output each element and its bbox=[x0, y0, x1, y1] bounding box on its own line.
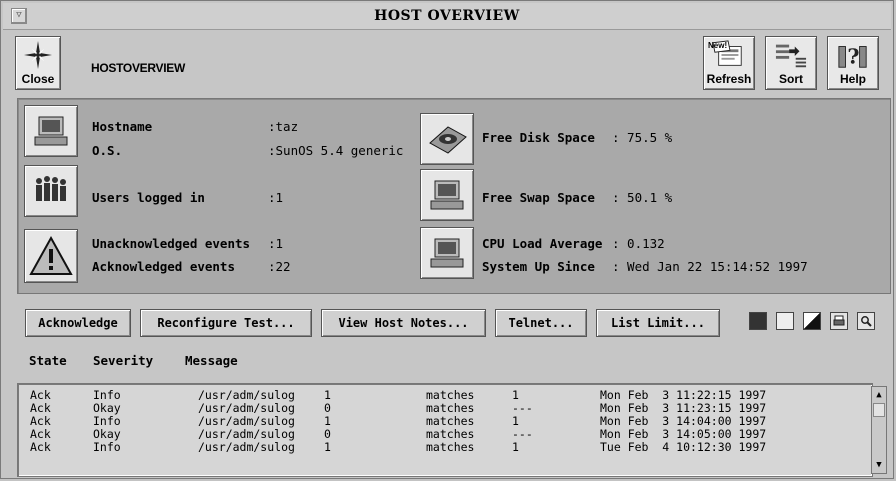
users-group-icon bbox=[24, 165, 78, 217]
ack-events-label: Acknowledged events bbox=[92, 259, 235, 274]
toolbar: Close HOSTOVERVIEW New! Refresh Sort ? H… bbox=[7, 33, 889, 95]
telnet-button[interactable]: Telnet... bbox=[495, 309, 587, 337]
event-severity-cell: Info bbox=[93, 440, 121, 454]
view-host-notes-button[interactable]: View Host Notes... bbox=[321, 309, 486, 337]
uptime-label: System Up Since bbox=[482, 259, 595, 274]
scroll-down-icon[interactable]: ▼ bbox=[873, 458, 885, 472]
computer-icon bbox=[24, 105, 78, 157]
refresh-label: Refresh bbox=[706, 72, 752, 86]
event-list-scrollbar[interactable]: ▲ ▼ bbox=[871, 386, 887, 474]
scroll-thumb[interactable] bbox=[873, 403, 885, 417]
event-value-cell: 1 bbox=[512, 440, 519, 454]
table-row[interactable]: Ack Info/usr/adm/sulog 1 matches 1 Tue Feb 4 … bbox=[18, 441, 858, 454]
help-button[interactable]: ? Help bbox=[827, 36, 879, 90]
sort-label: Sort bbox=[779, 72, 803, 86]
unack-events-label: Unacknowledged events bbox=[92, 236, 251, 251]
os-value: :SunOS 5.4 generic bbox=[268, 143, 404, 158]
warning-icon bbox=[24, 229, 78, 283]
close-label: Close bbox=[21, 72, 55, 86]
title-bar[interactable]: ▽ HOST OVERVIEW bbox=[3, 3, 891, 30]
hostname-label: Hostname bbox=[92, 119, 153, 134]
scroll-up-icon[interactable]: ▲ bbox=[873, 388, 885, 402]
host-overview-window: ▽ HOST OVERVIEW Close HOSTOVERVIEW New! … bbox=[0, 0, 894, 479]
sort-button[interactable]: Sort bbox=[765, 36, 817, 90]
magnifier-icon[interactable] bbox=[857, 312, 875, 330]
disk-space-label: Free Disk Space bbox=[482, 130, 595, 145]
swap-space-value: : 50.1 % bbox=[612, 190, 673, 205]
print-icon[interactable] bbox=[830, 312, 848, 330]
light-color-icon[interactable] bbox=[776, 312, 794, 330]
host-info-panel: Hostname :taz O.S. :SunOS 5.4 generic Us… bbox=[17, 98, 891, 294]
dark-color-icon[interactable] bbox=[749, 312, 767, 330]
event-file-cell: /usr/adm/sulog bbox=[198, 440, 295, 454]
swap-computer-icon bbox=[420, 169, 474, 221]
event-date-cell: Tue Feb 4 10:12:30 1997 bbox=[600, 440, 767, 454]
close-button[interactable]: Close bbox=[15, 36, 61, 90]
acknowledge-button[interactable]: Acknowledge bbox=[25, 309, 131, 337]
cpu-load-label: CPU Load Average bbox=[482, 236, 603, 251]
disk-drive-icon bbox=[420, 113, 474, 165]
uptime-value: : Wed Jan 22 15:14:52 1997 bbox=[612, 259, 808, 274]
users-value: :1 bbox=[268, 190, 284, 205]
event-state-cell: Ack bbox=[30, 440, 51, 454]
event-list[interactable]: Ack Info/usr/adm/sulog 1 matches 1 Mon Feb 3 … bbox=[17, 383, 873, 477]
refresh-button[interactable]: New! Refresh bbox=[703, 36, 755, 90]
compass-star-icon bbox=[22, 40, 54, 70]
contrast-icon[interactable] bbox=[803, 312, 821, 330]
sort-icon bbox=[775, 40, 807, 70]
new-badge: New! bbox=[708, 41, 728, 50]
users-label: Users logged in bbox=[92, 190, 205, 205]
disk-space-value: : 75.5 % bbox=[612, 130, 673, 145]
cpu-computer-icon bbox=[420, 227, 474, 279]
list-limit-button[interactable]: List Limit... bbox=[596, 309, 720, 337]
help-label: Help bbox=[839, 72, 866, 86]
event-op-cell: matches bbox=[426, 440, 475, 454]
help-books-icon: ? bbox=[837, 40, 869, 70]
svg-text:?: ? bbox=[847, 44, 859, 68]
column-header-message: Message bbox=[185, 353, 238, 368]
ack-events-value: :22 bbox=[268, 259, 291, 274]
hostname-value: :taz bbox=[268, 119, 299, 134]
window-title: HOST OVERVIEW bbox=[374, 8, 520, 24]
column-header-severity: Severity bbox=[93, 353, 154, 368]
unack-events-value: :1 bbox=[268, 236, 284, 251]
os-label: O.S. bbox=[92, 143, 123, 158]
cpu-load-value: : 0.132 bbox=[612, 236, 665, 251]
event-count-cell: 1 bbox=[324, 440, 331, 454]
column-header-state: State bbox=[29, 353, 67, 368]
page-title: HOSTOVERVIEW bbox=[91, 61, 185, 75]
reconfigure-test-button[interactable]: Reconfigure Test... bbox=[140, 309, 312, 337]
swap-space-label: Free Swap Space bbox=[482, 190, 595, 205]
